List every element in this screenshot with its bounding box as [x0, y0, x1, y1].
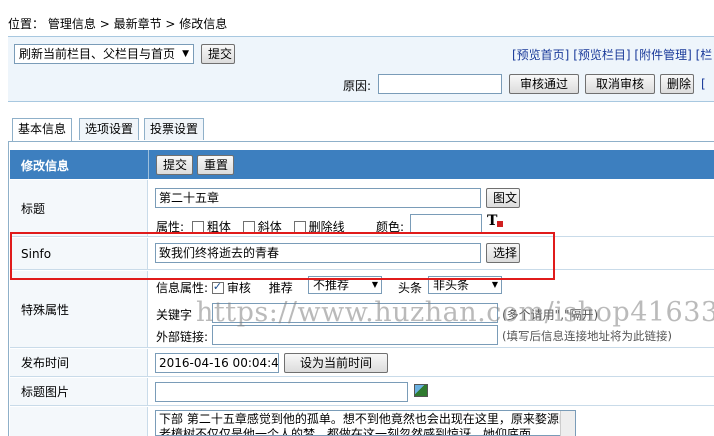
- special-label: 特殊属性: [10, 271, 148, 347]
- attachment-manage-link[interactable]: [附件管理]: [634, 48, 691, 62]
- form-header: [10, 150, 714, 179]
- pubtime-label: 发布时间: [10, 349, 148, 376]
- color-input[interactable]: [410, 214, 482, 234]
- toolbar-submit-button[interactable]: 提交: [201, 44, 235, 64]
- refresh-select-value: 刷新当前栏目、父栏目与首页: [19, 47, 176, 61]
- chevron-down-icon: ▼: [371, 280, 378, 289]
- breadcrumb-separator: >: [99, 17, 114, 31]
- preview-links: [预览首页] [预览栏目] [附件管理] [栏: [512, 46, 712, 63]
- reason-label: 原因:: [343, 79, 372, 93]
- intro-scrollbar[interactable]: [560, 411, 575, 436]
- reason-input[interactable]: [378, 74, 502, 94]
- header-reset-button[interactable]: 重置: [197, 155, 234, 175]
- refresh-select[interactable]: 刷新当前栏目、父栏目与首页 ▼: [14, 44, 194, 64]
- set-current-time-button[interactable]: 设为当前时间: [284, 353, 388, 373]
- tab-vote[interactable]: 投票设置: [144, 118, 205, 140]
- image-picker-icon[interactable]: [414, 384, 428, 397]
- title-label: 标题: [10, 180, 148, 236]
- title-input[interactable]: 第二十五章: [155, 188, 481, 208]
- breadcrumb-separator: >: [165, 17, 180, 31]
- color-picker-icon[interactable]: T: [487, 213, 504, 229]
- titlepic-input[interactable]: [155, 382, 408, 402]
- italic-checkbox[interactable]: [242, 221, 255, 233]
- breadcrumb: 位置： 管理信息 > 最新章节 > 修改信息: [8, 15, 227, 32]
- chevron-down-icon: ▼: [182, 49, 189, 59]
- headline-select-value: 非头条: [433, 278, 470, 292]
- form-header-title: 修改信息: [21, 159, 70, 173]
- italic-label: 斜体: [257, 220, 282, 234]
- sinfo-select-button[interactable]: 选择: [486, 243, 520, 263]
- external-link-input[interactable]: [212, 325, 498, 345]
- column-link-partial[interactable]: [栏: [696, 48, 713, 62]
- recommend-select[interactable]: 不推荐 ▼: [308, 276, 382, 294]
- delete-button[interactable]: 删除: [660, 74, 694, 94]
- recommend-label: 推荐: [268, 281, 293, 295]
- tab-basic-info[interactable]: 基本信息: [12, 118, 73, 141]
- intro-label-cell: [10, 407, 148, 436]
- cancel-review-button[interactable]: 取消审核: [585, 74, 655, 94]
- title-attributes: 属性: 粗体 斜体 删除线: [156, 218, 345, 235]
- intro-textarea[interactable]: 下部 第二十五章感觉到他的孤单。想不到他竟然也会出现在这里，原来婺源的老樟树不仅…: [155, 410, 576, 436]
- keyword-label: 关键字: [156, 308, 193, 322]
- breadcrumb-prefix: 位置：: [8, 17, 45, 31]
- strike-checkbox[interactable]: [293, 221, 306, 233]
- attr-label: 属性:: [156, 220, 185, 234]
- titlepic-label: 标题图片: [10, 378, 148, 405]
- headline-label: 头条: [398, 281, 423, 295]
- image-text-button[interactable]: 图文: [486, 188, 520, 208]
- preview-column-link[interactable]: [预览栏目]: [573, 48, 630, 62]
- sinfo-label: Sinfo: [10, 238, 148, 269]
- approve-button[interactable]: 审核通过: [509, 74, 579, 94]
- bold-label: 粗体: [206, 220, 231, 234]
- info-attr-line: 信息属性: 审核 推荐: [156, 279, 293, 296]
- sinfo-input[interactable]: 致我们终将逝去的青春: [155, 243, 481, 263]
- recommend-select-value: 不推荐: [313, 278, 350, 292]
- trailing-link[interactable]: [: [701, 77, 706, 91]
- watermark-text: https://www.huzhan.com/ishop41633: [196, 297, 714, 328]
- breadcrumb-item-edit: 修改信息: [179, 17, 228, 31]
- chevron-down-icon: ▼: [491, 280, 498, 289]
- preview-home-link[interactable]: [预览首页]: [512, 48, 569, 62]
- review-label: 审核: [226, 281, 251, 295]
- headline-select[interactable]: 非头条 ▼: [428, 276, 502, 294]
- external-link-hint: (填写后信息连接地址将为此链接): [502, 329, 672, 343]
- info-attr-label: 信息属性:: [156, 281, 209, 295]
- bold-checkbox[interactable]: [191, 221, 204, 233]
- pubtime-input[interactable]: 2016-04-16 00:04:48: [155, 353, 279, 373]
- breadcrumb-item-latest[interactable]: 最新章节: [114, 17, 162, 31]
- tab-options[interactable]: 选项设置: [79, 118, 140, 140]
- header-divider: [148, 150, 149, 179]
- strike-label: 删除线: [308, 220, 345, 234]
- header-submit-button[interactable]: 提交: [156, 155, 193, 175]
- color-label: 颜色:: [376, 220, 405, 234]
- review-checkbox[interactable]: [211, 280, 224, 294]
- breadcrumb-item-manage[interactable]: 管理信息: [48, 17, 96, 31]
- external-link-label: 外部链接:: [156, 330, 209, 344]
